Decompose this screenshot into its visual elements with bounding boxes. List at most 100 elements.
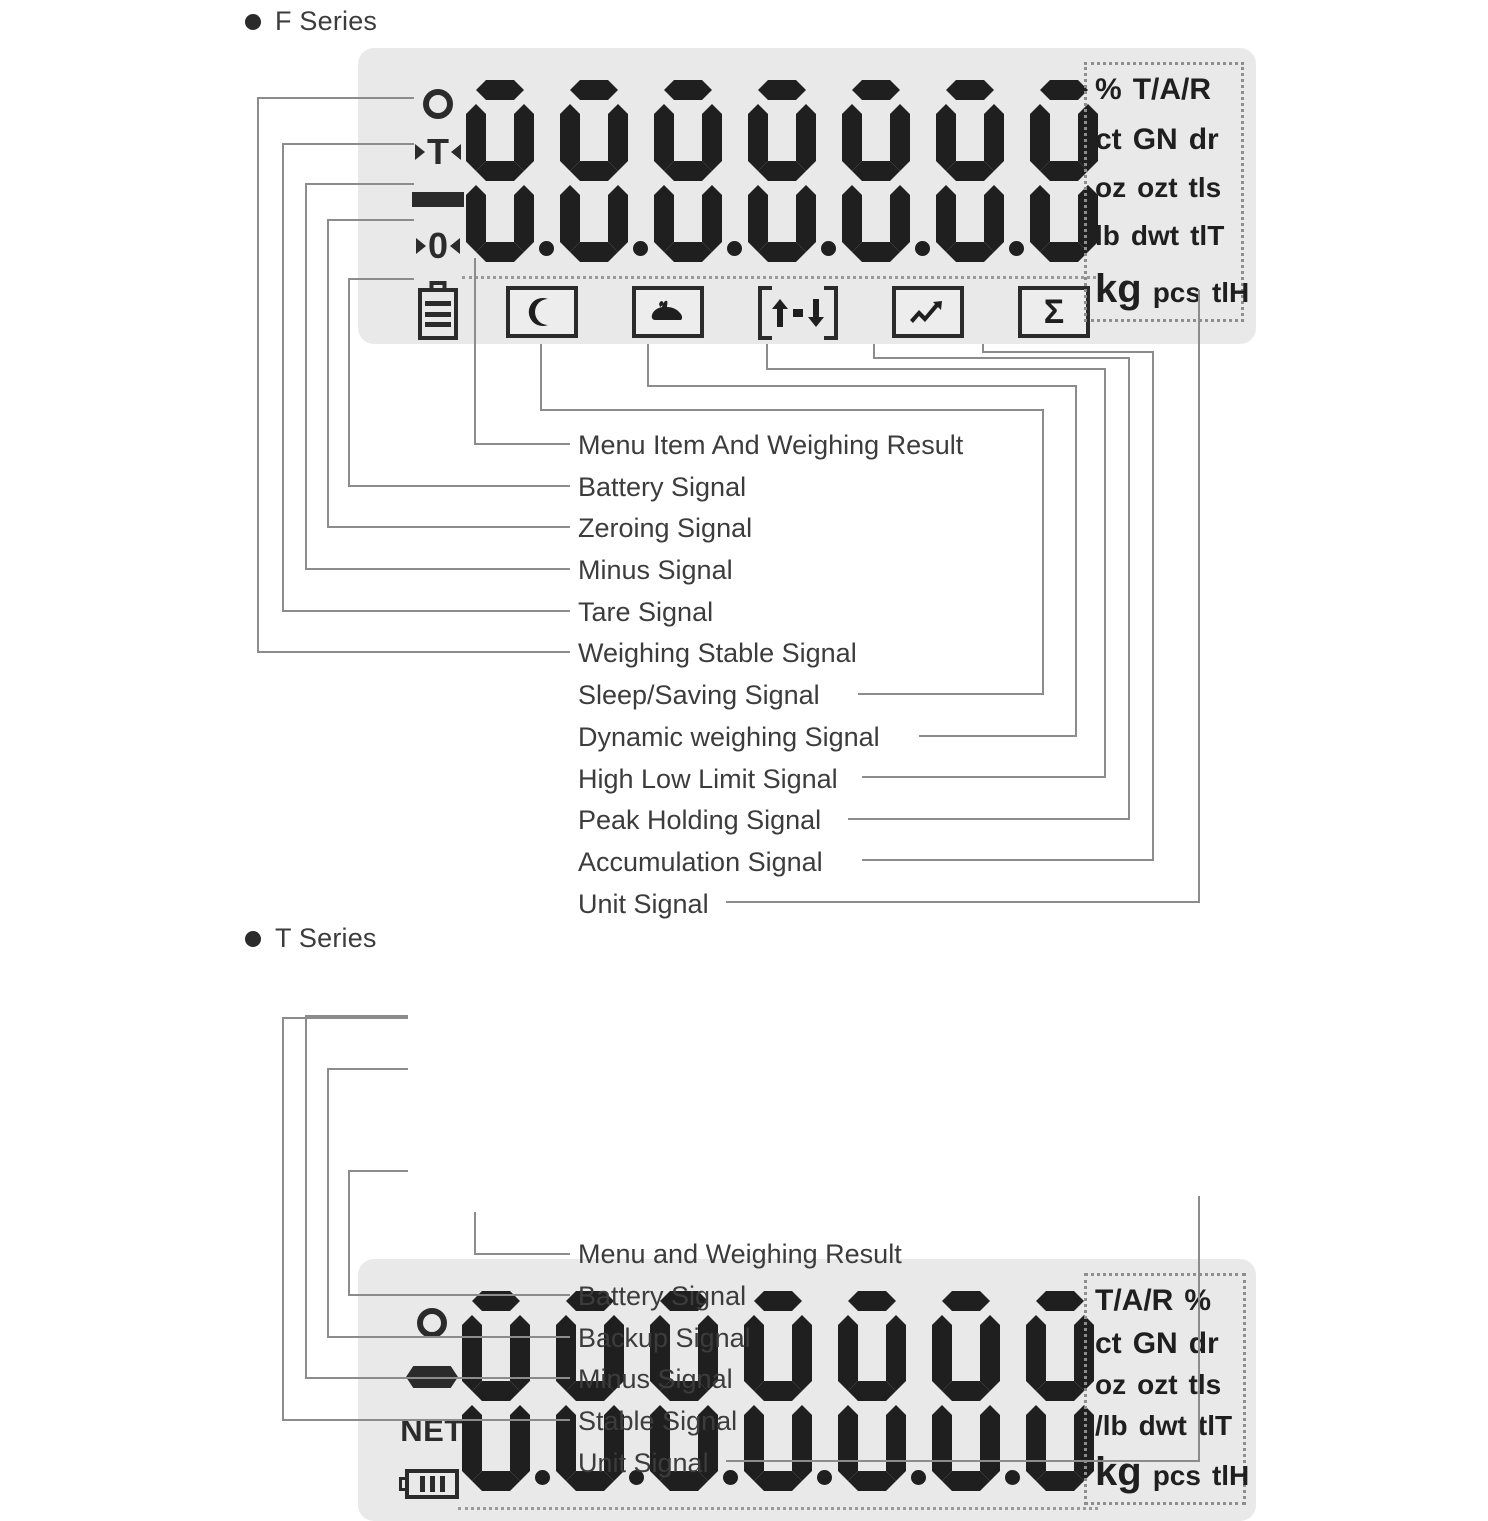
seven-segment-digit xyxy=(838,76,932,266)
unit-label: T/A/R xyxy=(1132,73,1212,106)
status-box-high-low-limit xyxy=(758,286,838,340)
f-label-10: Accumulation Signal xyxy=(578,847,823,877)
decimal-point-icon xyxy=(911,1470,926,1485)
unit-label: ct xyxy=(1095,122,1122,156)
f-label-2: Zeroing Signal xyxy=(578,513,753,543)
t-label-2: Backup Signal xyxy=(578,1323,751,1353)
unit-label: kg xyxy=(1095,267,1142,311)
t-label-0: Menu and Weighing Result xyxy=(578,1239,902,1269)
unit-row: oz ozt tls xyxy=(1095,1371,1235,1399)
f-digit-display xyxy=(462,76,1102,279)
unit-label: oz xyxy=(1095,1369,1127,1400)
battery-horizontal-icon xyxy=(405,1469,459,1499)
f-label-1: Battery Signal xyxy=(578,472,747,502)
t-indicator-net: NET xyxy=(400,1403,464,1457)
unit-label: dr xyxy=(1188,122,1219,156)
zero-letter-icon: 0 xyxy=(427,225,449,266)
seven-segment-digit xyxy=(740,1287,834,1495)
decimal-point-icon xyxy=(915,241,930,256)
status-box-dynamic-weighing xyxy=(632,286,704,338)
unit-row: T/A/R% xyxy=(1095,1286,1235,1316)
unit-row: kg pcs tlH xyxy=(1095,267,1249,311)
f-label-3: Minus Signal xyxy=(578,555,733,585)
unit-label: tlH xyxy=(1211,1460,1250,1491)
status-box-sleep xyxy=(506,286,578,338)
unit-label: pcs xyxy=(1152,277,1201,308)
unit-label: tlT xyxy=(1197,1409,1233,1441)
status-box-accumulation: Σ xyxy=(1018,286,1090,338)
unit-row: % T/A/R xyxy=(1095,75,1233,105)
bullet-icon xyxy=(245,13,261,30)
t-series-heading-label: T Series xyxy=(275,923,377,953)
seven-segment-digit xyxy=(744,76,838,266)
unit-row: ct GN dr xyxy=(1095,122,1233,156)
t-unit-panel: T/A/R% ct GN dr ozozttls/lb dwttlT kgpcstlH xyxy=(1084,1273,1249,1505)
unit-label: /lb xyxy=(1095,1409,1128,1441)
decimal-point-icon xyxy=(821,241,836,256)
unit-label: dr xyxy=(1188,1326,1219,1360)
moon-icon xyxy=(528,298,548,326)
f-series-lcd-panel: T 0 Σ % T/A/R ct GN dr oz ozt tls lb dwt tlT kg pcs t… xyxy=(358,48,1256,344)
seven-segment-digit xyxy=(650,76,744,266)
unit-label: tlH xyxy=(1211,277,1250,308)
f-indicator-minus xyxy=(412,176,464,222)
decimal-point-icon xyxy=(817,1470,832,1485)
f-label-5: Weighing Stable Signal xyxy=(578,638,857,668)
f-label-6: Sleep/Saving Signal xyxy=(578,680,820,710)
bullet-icon xyxy=(245,930,261,947)
unit-label: ct xyxy=(1095,1326,1122,1360)
t-label-4: Stable Signal xyxy=(578,1406,738,1436)
unit-label: ozt xyxy=(1137,172,1178,203)
arrow-left-icon xyxy=(450,238,461,254)
unit-label: tls xyxy=(1188,1369,1222,1400)
t-indicator-stable-circle xyxy=(417,1295,447,1351)
status-box-peak-holding xyxy=(892,286,964,338)
decimal-point-icon xyxy=(727,241,742,256)
seven-segment-digit xyxy=(458,1287,552,1495)
f-label-11: Unit Signal xyxy=(578,889,709,919)
t-label-1: Battery Signal xyxy=(578,1281,747,1311)
unit-label: T/A/R xyxy=(1095,1284,1174,1317)
arrow-right-icon xyxy=(415,238,426,254)
sigma-icon: Σ xyxy=(1043,293,1065,331)
t-digit-display xyxy=(458,1287,1098,1510)
unit-label: lb xyxy=(1095,219,1120,251)
unit-row: lb dwt tlT xyxy=(1095,219,1233,251)
seven-segment-digit xyxy=(556,76,650,266)
f-label-7: Dynamic weighing Signal xyxy=(578,722,880,752)
unit-label: dwt xyxy=(1130,219,1180,251)
unit-label: % xyxy=(1095,73,1122,106)
f-label-0: Menu Item And Weighing Result xyxy=(578,430,964,460)
decimal-point-icon xyxy=(539,241,554,256)
f-indicator-stable-circle xyxy=(423,80,453,128)
unit-label: GN xyxy=(1132,122,1178,156)
f-indicator-zero: 0 xyxy=(415,222,461,270)
t-label-3: Minus Signal xyxy=(578,1364,733,1394)
animal-icon xyxy=(651,300,683,320)
unit-label: GN xyxy=(1132,1326,1178,1360)
seven-segment-digit xyxy=(462,76,556,266)
decimal-point-icon xyxy=(723,1470,738,1485)
t-series-lcd-panel: NET T/A/R%ctGNdrozozttls/lbdwttlTkgpcstl… xyxy=(358,1259,1256,1521)
unit-label: kg xyxy=(1095,1450,1142,1494)
circle-icon xyxy=(423,89,453,119)
unit-row: ct GN dr xyxy=(1095,1326,1235,1360)
unit-row: kg pcs tlH xyxy=(1095,1450,1249,1494)
seven-segment-digit xyxy=(834,1287,928,1495)
f-indicator-tare: T xyxy=(415,128,461,176)
f-indicator-battery xyxy=(418,270,458,346)
unit-row: oz ozt tls xyxy=(1095,174,1233,202)
circle-icon xyxy=(417,1308,447,1338)
seven-segment-digit xyxy=(928,1287,1022,1495)
f-status-icon-row: Σ xyxy=(506,286,1090,340)
unit-row: /lb dwt tlT xyxy=(1095,1409,1235,1441)
minus-bar-icon xyxy=(412,191,464,207)
battery-vertical-icon xyxy=(418,288,458,340)
tare-letter-icon: T xyxy=(427,131,449,172)
decimal-point-icon xyxy=(1009,241,1024,256)
seven-segment-digit xyxy=(932,76,1026,266)
f-series-heading-label: F Series xyxy=(275,6,378,36)
arrow-left-icon xyxy=(451,144,461,160)
unit-label: pcs xyxy=(1152,1460,1201,1491)
unit-label: oz xyxy=(1095,172,1127,203)
